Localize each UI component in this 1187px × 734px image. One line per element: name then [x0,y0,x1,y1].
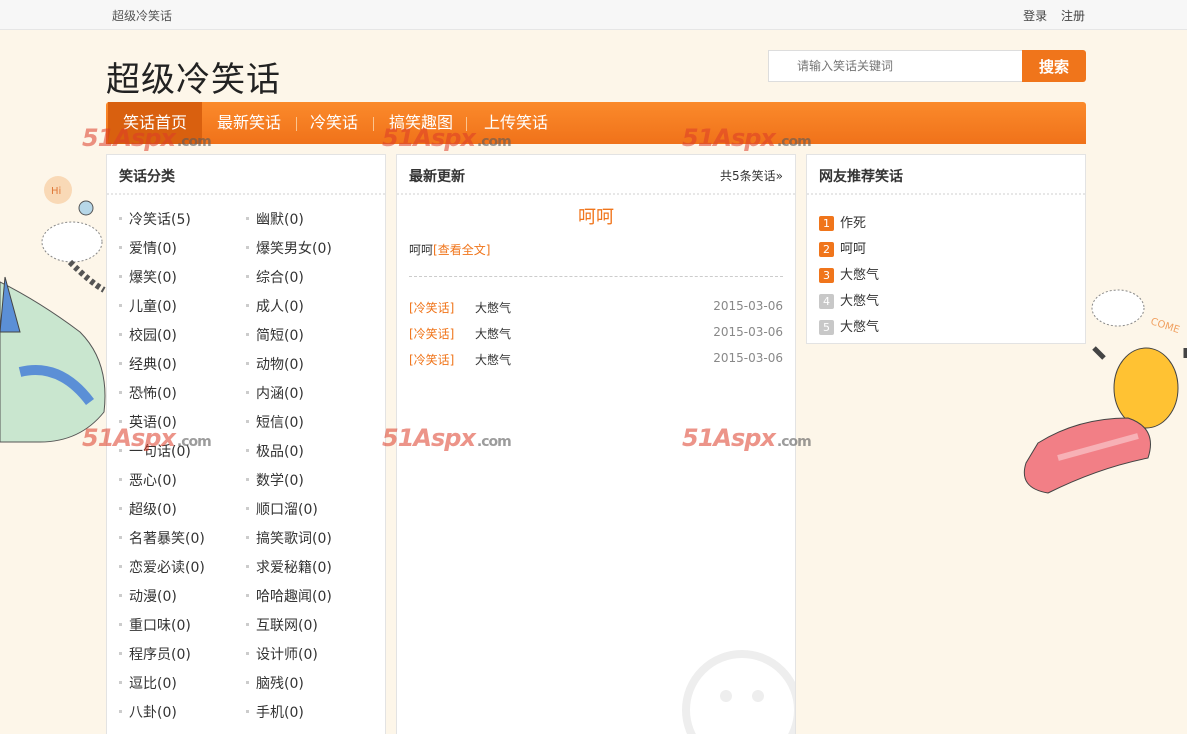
category-item[interactable]: 名著暴笑(0) [119,528,244,548]
smiley-icon [682,650,795,734]
news-date: 2015-03-06 [713,351,783,365]
nav-cold-jokes[interactable]: 冷笑话 [295,102,373,144]
rank-badge: 5 [819,320,834,335]
category-item[interactable]: 搞笑歌词(0) [246,528,371,548]
category-item[interactable]: 设计师(0) [246,644,371,664]
category-item[interactable]: 数学(0) [246,470,371,490]
category-item[interactable]: 脑残(0) [246,673,371,693]
category-item[interactable]: 经典(0) [119,354,244,374]
search-input[interactable] [768,50,1024,82]
login-link[interactable]: 登录 [1023,9,1047,23]
category-item[interactable]: 儿童(0) [119,296,244,316]
recommend-title[interactable]: 呵呵 [840,242,866,257]
category-item[interactable]: 动漫(0) [119,586,244,606]
bubble-text: Hi [51,186,61,197]
recommend-panel-title: 网友推荐笑话 [807,155,1085,195]
search-button[interactable]: 搜索 [1022,50,1086,82]
watermark: 51Aspx .com [82,124,212,152]
category-item[interactable]: 爆笑(0) [119,267,244,287]
main-nav: 笑话首页 最新笑话 冷笑话 搞笑趣图 上传笑话 [106,102,1086,144]
category-item[interactable]: 成人(0) [246,296,371,316]
category-item[interactable]: 短信(0) [246,412,371,432]
category-item[interactable]: 程序员(0) [119,644,244,664]
recommend-title[interactable]: 大憋气 [840,294,879,309]
recommend-title[interactable]: 大憋气 [840,320,879,335]
recommend-item[interactable]: 3 大憋气 [819,264,1069,284]
top-bar: 超级冷笑话 登录 注册 [0,0,1187,30]
feature-joke-text: 呵呵[查看全文] [409,241,490,258]
category-item[interactable]: 幽默(0) [246,209,371,229]
news-title[interactable]: 大憋气 [475,299,511,316]
category-item[interactable]: 爱情(0) [119,238,244,258]
latest-count-link[interactable]: 共5条笑话» [720,167,783,184]
site-logo[interactable]: 超级冷笑话 [106,52,281,101]
recommend-item[interactable]: 2 呵呵 [819,238,1069,258]
category-item[interactable]: 重口味(0) [119,615,244,635]
rank-badge: 1 [819,216,834,231]
category-item[interactable]: 恶心(0) [119,470,244,490]
news-row[interactable]: [冷笑话] 大憋气 2015-03-06 [409,325,783,345]
category-panel-title: 笑话分类 [107,155,385,195]
watermark: 51Aspx .com [682,124,812,152]
news-tag[interactable]: [冷笑话] [409,299,454,316]
cartoon-bunny-icon [1113,347,1179,429]
worm-icon [1023,417,1151,494]
category-item[interactable]: 八卦(0) [119,702,244,722]
category-item[interactable]: 简短(0) [246,325,371,345]
search-box: 搜索 [768,50,1086,82]
news-title[interactable]: 大憋气 [475,351,511,368]
category-item[interactable]: 超级(0) [119,499,244,519]
category-item[interactable]: 冷笑话(5) [119,209,244,229]
divider [409,276,783,277]
category-item[interactable]: 恋爱必读(0) [119,557,244,577]
recommend-title[interactable]: 作死 [840,216,866,231]
news-date: 2015-03-06 [713,325,783,339]
rabbit-icon [0,281,106,443]
recommend-item[interactable]: 1 作死 [819,212,1069,232]
category-item[interactable]: 校园(0) [119,325,244,345]
watermark: 51Aspx .com [682,424,812,452]
rank-badge: 3 [819,268,834,283]
category-item[interactable]: 综合(0) [246,267,371,287]
news-row[interactable]: [冷笑话] 大憋气 2015-03-06 [409,299,783,319]
recommend-title[interactable]: 大憋气 [840,268,879,283]
category-item[interactable]: 恐怖(0) [119,383,244,403]
cloud-icon [1091,289,1145,327]
category-item[interactable]: 求爱秘籍(0) [246,557,371,577]
feature-joke-body: 呵呵 [409,243,434,257]
top-site-name: 超级冷笑话 [112,9,173,23]
recommend-panel: 网友推荐笑话 1 作死 2 呵呵 3 大憋气 4 大憋气 5 大憋气 [806,154,1086,344]
register-link[interactable]: 注册 [1061,9,1085,23]
news-tag[interactable]: [冷笑话] [409,325,454,342]
category-item[interactable]: 内涵(0) [246,383,371,403]
news-title[interactable]: 大憋气 [475,325,511,342]
news-date: 2015-03-06 [713,299,783,313]
category-item[interactable]: 爆笑男女(0) [246,238,371,258]
feature-joke-title[interactable]: 呵呵 [397,203,795,229]
news-row[interactable]: [冷笑话] 大憋气 2015-03-06 [409,351,783,371]
category-item[interactable]: 逗比(0) [119,673,244,693]
watermark: 51Aspx .com [382,124,512,152]
category-item[interactable]: 互联网(0) [246,615,371,635]
cloud-icon [41,221,103,263]
watermark: 51Aspx .com [82,424,212,452]
news-tag[interactable]: [冷笑话] [409,351,454,368]
category-item[interactable]: 哈哈趣闻(0) [246,586,371,606]
category-item[interactable]: 动物(0) [246,354,371,374]
come-text: COME [1149,316,1181,336]
rank-badge: 2 [819,242,834,257]
rank-badge: 4 [819,294,834,309]
category-item[interactable]: 顺口溜(0) [246,499,371,519]
recommend-item[interactable]: 4 大憋气 [819,290,1069,310]
nav-latest[interactable]: 最新笑话 [202,102,296,144]
watermark: 51Aspx .com [382,424,512,452]
top-links: 登录 注册 [1013,7,1085,24]
category-item[interactable]: 极品(0) [246,441,371,461]
read-more-link[interactable]: [查看全文] [433,243,490,257]
recommend-item[interactable]: 5 大憋气 [819,316,1069,336]
category-item[interactable]: 手机(0) [246,702,371,722]
